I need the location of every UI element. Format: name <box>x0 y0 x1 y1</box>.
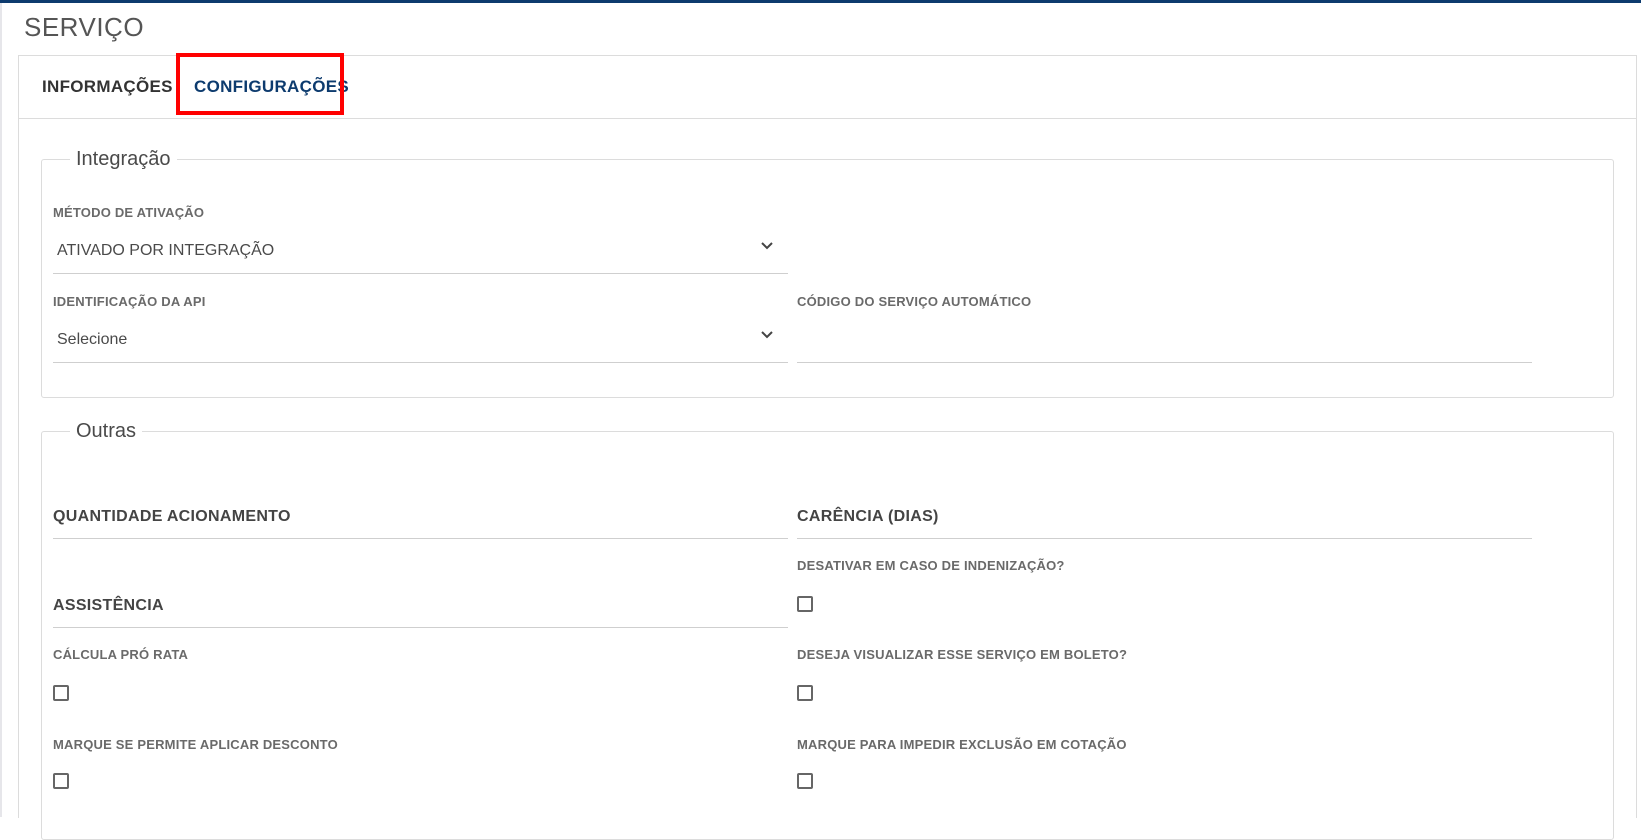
assistencia-label: ASSISTÊNCIA <box>53 597 164 614</box>
desativar-indenizacao-label: DESATIVAR EM CASO DE INDENIZAÇÃO? <box>797 558 1065 573</box>
metodo-ativacao-value: ATIVADO POR INTEGRAÇÃO <box>57 242 275 259</box>
permite-desconto-label: MARQUE SE PERMITE APLICAR DESCONTO <box>53 737 338 752</box>
quantidade-acionamento-label: QUANTIDADE ACIONAMENTO <box>53 508 291 525</box>
identificacao-api-select[interactable]: Selecione <box>53 318 788 363</box>
desativar-indenizacao-checkbox[interactable] <box>797 596 813 612</box>
outras-legend: Outras <box>76 420 137 442</box>
metodo-ativacao-select[interactable]: ATIVADO POR INTEGRAÇÃO <box>53 229 788 274</box>
left-edge <box>0 3 2 817</box>
assistencia-input[interactable] <box>53 627 788 628</box>
tab-bar: INFORMAÇÕES CONFIGURAÇÕES <box>19 53 1636 119</box>
metodo-ativacao-label: MÉTODO DE ATIVAÇÃO <box>53 205 205 220</box>
calcula-pro-rata-checkbox[interactable] <box>53 685 69 701</box>
visualizar-boleto-label: DESEJA VISUALIZAR ESSE SERVIÇO EM BOLETO… <box>797 647 1128 662</box>
identificacao-api-value: Selecione <box>57 331 128 348</box>
calcula-pro-rata-label: CÁLCULA PRÓ RATA <box>53 647 189 662</box>
visualizar-boleto-checkbox[interactable] <box>797 685 813 701</box>
permite-desconto-checkbox[interactable] <box>53 773 69 789</box>
quantidade-acionamento-input[interactable] <box>53 538 788 539</box>
outras-group: Outras <box>41 420 1614 840</box>
tab-informacoes[interactable]: INFORMAÇÕES <box>42 56 173 118</box>
impedir-exclusao-label: MARQUE PARA IMPEDIR EXCLUSÃO EM COTAÇÃO <box>797 737 1127 752</box>
chevron-down-icon <box>761 242 773 250</box>
carencia-label: CARÊNCIA (DIAS) <box>797 508 939 525</box>
carencia-input[interactable] <box>797 538 1532 539</box>
chevron-down-icon <box>761 331 773 339</box>
impedir-exclusao-checkbox[interactable] <box>797 773 813 789</box>
top-accent-bar <box>0 0 1641 3</box>
codigo-servico-label: CÓDIGO DO SERVIÇO AUTOMÁTICO <box>797 294 1032 309</box>
codigo-servico-input[interactable] <box>797 318 1532 363</box>
main-panel: INFORMAÇÕES CONFIGURAÇÕES Integração MÉT… <box>18 53 1637 840</box>
page-title: SERVIÇO <box>24 12 145 42</box>
integracao-legend: Integração <box>76 148 171 170</box>
tab-configuracoes[interactable]: CONFIGURAÇÕES <box>194 56 349 118</box>
identificacao-api-label: IDENTIFICAÇÃO DA API <box>53 294 206 309</box>
